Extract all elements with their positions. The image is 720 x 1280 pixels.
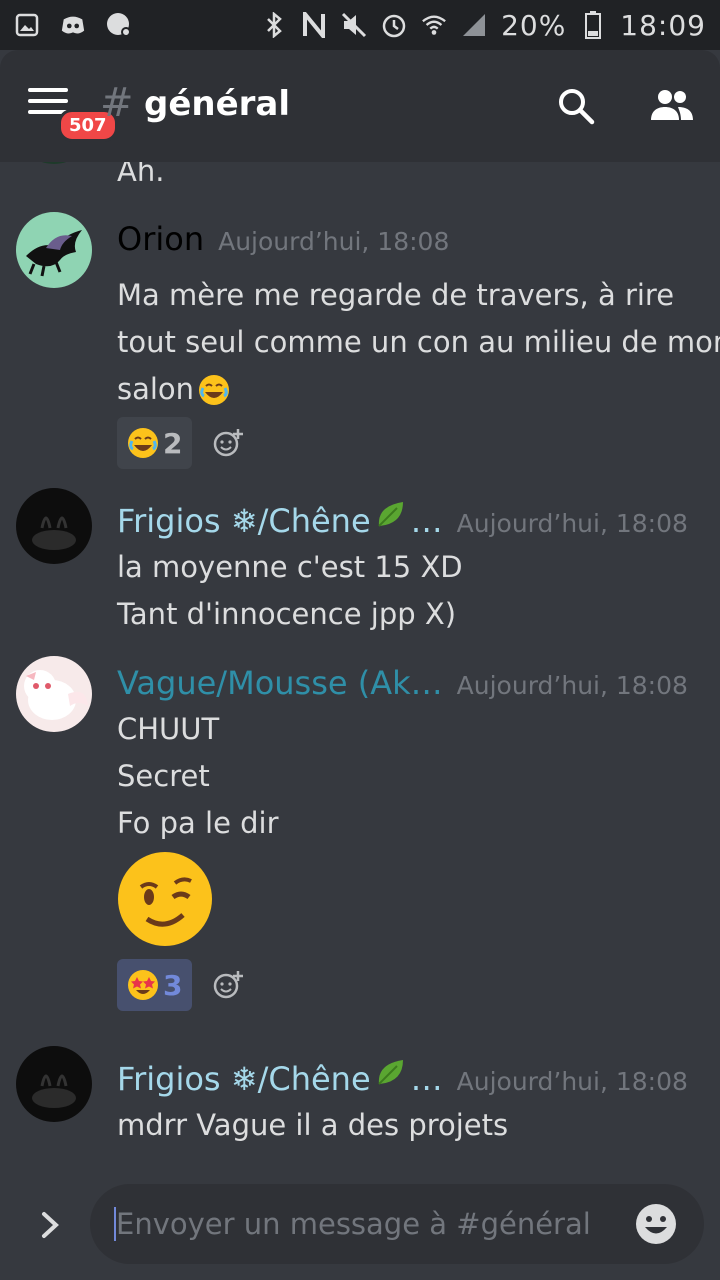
bird-avatar-image — [24, 670, 88, 720]
bluetooth-icon — [261, 12, 287, 38]
message-text: Ah. — [117, 162, 165, 188]
message-text: Secret — [117, 759, 210, 793]
dark-avatar-image — [32, 516, 76, 550]
dragon-avatar-image — [26, 230, 82, 277]
avatar — [16, 162, 92, 164]
battery-icon — [580, 11, 606, 39]
status-bar: 20% 18:09 — [0, 0, 720, 50]
nfc-icon — [301, 12, 327, 38]
add-reaction-icon[interactable] — [212, 427, 244, 459]
message-author[interactable]: Orion — [117, 220, 204, 258]
members-button[interactable] — [648, 86, 696, 126]
reaction-star-struck[interactable]: 3 — [117, 959, 193, 1011]
channel-title: général — [144, 84, 291, 124]
discord-icon — [60, 12, 86, 38]
mute-icon — [341, 12, 367, 38]
avatar[interactable] — [16, 488, 92, 564]
joy-emoji-icon — [199, 374, 230, 405]
message-input[interactable] — [114, 1207, 614, 1241]
chevron-right-icon[interactable] — [36, 1210, 64, 1240]
clock: 18:09 — [620, 8, 706, 42]
reaction-joy[interactable]: 2 — [117, 417, 193, 469]
wink-emoji-icon — [118, 852, 212, 946]
avatar[interactable] — [16, 656, 92, 732]
leaf-icon — [377, 502, 403, 527]
menu-icon — [28, 88, 68, 92]
emoji-picker-icon[interactable] — [634, 1202, 678, 1246]
author-ellipsis: … — [410, 502, 443, 540]
message-text: la moyenne c'est 15 XD — [117, 550, 463, 584]
joy-emoji-icon — [128, 428, 158, 458]
message-text: Ma mère me regarde de travers, à rire — [117, 278, 675, 312]
reaction-count: 2 — [163, 426, 183, 460]
channel-header: 507 # général — [0, 50, 720, 162]
message-author[interactable]: Frigios ❄/Chêne — [117, 502, 371, 540]
message-text: Fo pa le dir — [117, 806, 279, 840]
members-icon — [651, 90, 693, 120]
message-text: mdrr Vague il a des projets — [117, 1108, 509, 1142]
message-author[interactable]: Vague/Mousse (Ak… — [117, 664, 443, 702]
author-ellipsis: … — [410, 1060, 443, 1098]
reaction-count: 3 — [163, 968, 183, 1002]
avatar[interactable] — [16, 212, 92, 288]
star-struck-emoji-icon — [128, 970, 158, 1000]
battery-percent: 20% — [501, 8, 567, 42]
dark-avatar-image — [32, 1074, 76, 1108]
wifi-icon — [421, 12, 447, 38]
message-text: Tant d'innocence jpp X) — [117, 597, 457, 631]
message-timestamp: Aujourd’hui, 18:08 — [456, 509, 688, 538]
search-icon — [559, 89, 595, 125]
channel-hash-icon: # — [100, 80, 134, 126]
signal-icon — [461, 12, 487, 38]
notification-icon — [106, 12, 132, 38]
message-timestamp: Aujourd’hui, 18:08 — [456, 671, 688, 700]
avatar[interactable] — [16, 1046, 92, 1122]
message-text: tout seul comme un con au milieu de mon — [117, 325, 720, 359]
leaf-icon — [377, 1060, 403, 1085]
message-composer — [90, 1184, 704, 1264]
message-text: CHUUT — [117, 712, 220, 746]
message-text: salon — [117, 372, 195, 406]
message-timestamp: Aujourd’hui, 18:08 — [456, 1067, 688, 1096]
message-list[interactable]: Ah. Orion Aujourd’hui, 18:08 Ma mère me … — [0, 162, 720, 1172]
message-author[interactable]: Frigios ❄/Chêne — [117, 1060, 371, 1098]
alarm-icon — [381, 12, 407, 38]
gallery-icon — [14, 12, 40, 38]
add-reaction-icon[interactable] — [212, 969, 244, 1001]
search-button[interactable] — [556, 86, 596, 126]
message-timestamp: Aujourd’hui, 18:08 — [218, 227, 450, 256]
